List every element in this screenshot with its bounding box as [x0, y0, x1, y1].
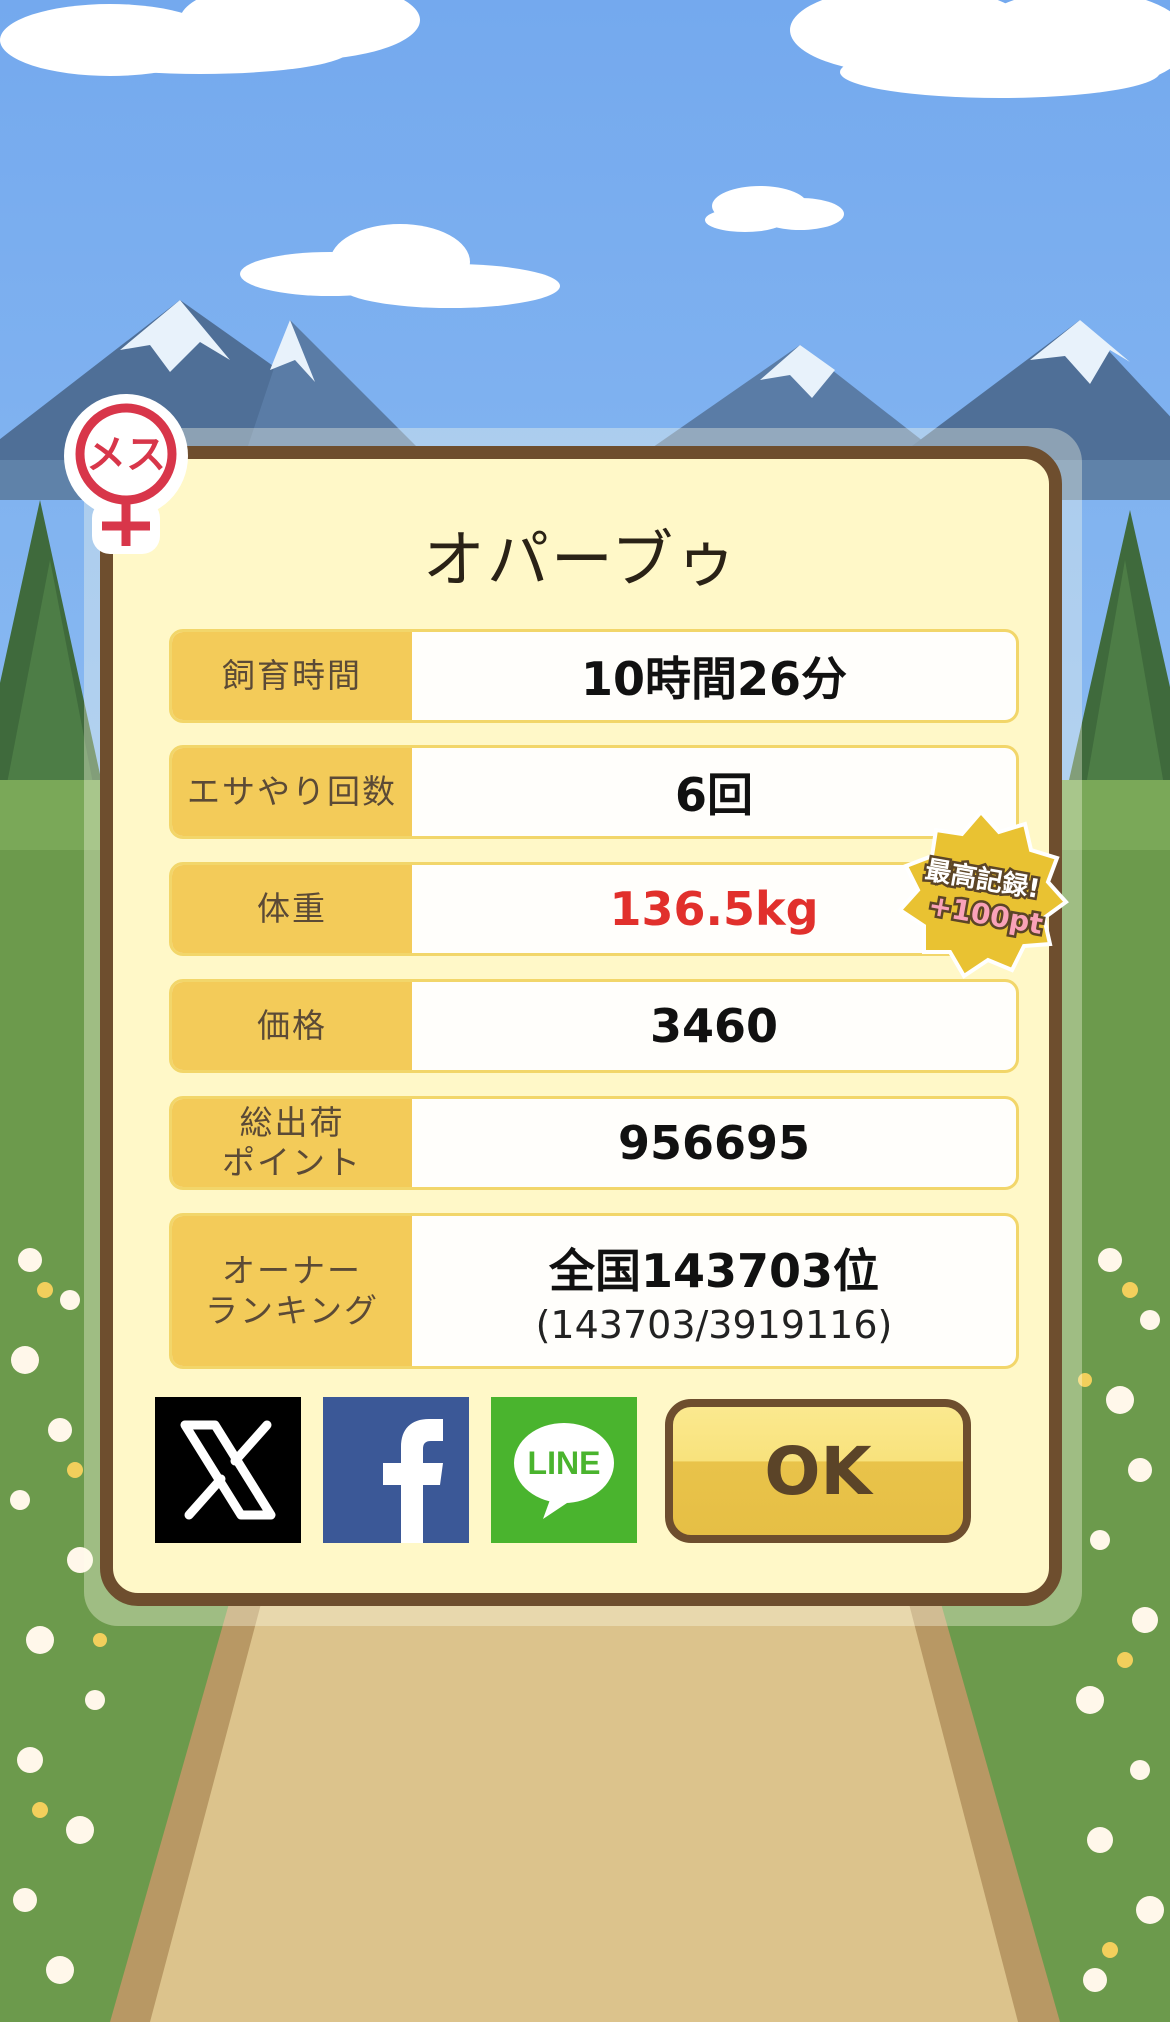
female-badge-icon: メス [64, 394, 188, 554]
pig-name-title: オパーブゥ [422, 523, 740, 596]
x-logo-icon [180, 1420, 276, 1520]
stat-label: 飼育時間 [172, 632, 412, 720]
stat-value: 10時間26分 [580, 652, 848, 706]
svg-text:LINE: LINE [528, 1445, 601, 1481]
stat-value: 3460 [649, 999, 779, 1053]
ranking-detail: (143703/3919116) [535, 1303, 893, 1347]
facebook-logo-icon [383, 1419, 443, 1543]
ok-button[interactable]: OK [665, 1399, 971, 1543]
stat-label: 体重 [172, 865, 412, 953]
stat-row-price: 価格 3460 [169, 979, 1019, 1073]
stat-label: オーナー ランキング [172, 1216, 412, 1366]
stat-value: 956695 [617, 1116, 811, 1170]
ok-button-label: OK [764, 1432, 872, 1510]
stat-label: エサやり回数 [172, 748, 412, 836]
stat-label: 価格 [172, 982, 412, 1070]
record-badge-icon: 最高記録! +100pt [896, 808, 1069, 979]
pig-result-dialog: オパーブゥ 飼育時間 10時間26分 エサやり回数 6回 体重 136.5kg … [100, 446, 1062, 1606]
share-x-button[interactable] [155, 1397, 301, 1543]
stat-value: 全国143703位 (143703/3919116) [412, 1216, 1016, 1366]
ranking-rank: 全国143703位 [548, 1244, 880, 1298]
svg-text:メス: メス [86, 432, 166, 478]
share-facebook-button[interactable] [323, 1397, 469, 1543]
stat-row-raising-time: 飼育時間 10時間26分 [169, 629, 1019, 723]
line-logo-icon: LINE [514, 1423, 614, 1519]
stat-label: 総出荷 ポイント [172, 1099, 412, 1187]
stat-label-text: オーナー ランキング [204, 1251, 379, 1330]
stat-row-owner-ranking: オーナー ランキング 全国143703位 (143703/3919116) [169, 1213, 1019, 1369]
stat-row-total-points: 総出荷 ポイント 956695 [169, 1096, 1019, 1190]
stat-label-text: 総出荷 ポイント [222, 1103, 362, 1182]
share-line-button[interactable]: LINE [491, 1397, 637, 1543]
